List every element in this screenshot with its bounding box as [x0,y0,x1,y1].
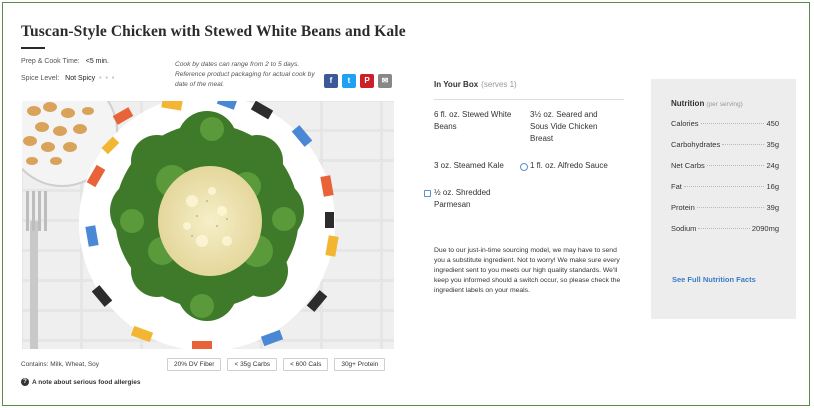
nutrient-label: Carbohydrates [671,140,721,149]
nutrient-value: 16g [766,182,779,191]
nutrition-row-net-carbs: Net Carbs 24g [671,161,779,170]
nutrition-title: Nutrition [671,99,705,108]
spice-level: Spice Level: Not Spicy • • • [21,75,115,82]
nutrition-heading: Nutrition (per serving) [671,99,743,108]
box-divider [434,99,624,100]
share-buttons: f t P ✉ [324,74,392,88]
allergy-note-label: A note about serious food allergies [32,378,141,386]
nutrition-row-protein: Protein 39g [671,203,779,212]
twitter-icon[interactable]: t [342,74,356,88]
nutrition-panel: Nutrition (per serving) Calories 450 Carbo… [651,79,796,319]
page-frame: Tuscan-Style Chicken with Stewed White B… [2,2,810,406]
ingredient-item: ½ oz. Shredded Parmesan [434,188,491,209]
diet-tag: 20% DV Fiber [167,358,222,371]
allergy-note-link[interactable]: ? A note about serious food allergies [21,378,140,386]
spice-level-dots: • • • [99,75,116,82]
nutrient-label: Protein [671,203,695,212]
nutrition-subtitle: (per serving) [706,101,743,108]
recipe-title: Tuscan-Style Chicken with Stewed White B… [21,23,406,40]
nutrition-row-sodium: Sodium 2090mg [671,224,779,233]
in-your-box-title: In Your Box [434,80,479,89]
ingredient-item: 6 fl. oz. Stewed White Beans [434,110,512,131]
email-icon[interactable]: ✉ [378,74,392,88]
ingredient-item: 1 fl. oz. Alfredo Sauce [530,161,608,170]
nutrient-label: Net Carbs [671,161,705,170]
nutrient-value: 39g [766,203,779,212]
question-icon: ? [21,378,29,386]
ingredient-item: 3 oz. Steamed Kale [434,161,504,170]
facebook-icon[interactable]: f [324,74,338,88]
prep-time: Prep & Cook Time: <5 min. [21,58,109,65]
title-underline [21,47,45,49]
nutrient-value: 35g [766,140,779,149]
serves-count: (serves 1) [481,80,517,89]
cook-by-note: Cook by dates can range from 2 to 5 days… [175,61,315,88]
diet-tags: 20% DV Fiber < 35g Carbs < 600 Cals 30g+… [167,358,386,371]
allergen-contains: Contains: Milk, Wheat, Soy [21,361,100,368]
nutrition-row-carbohydrates: Carbohydrates 35g [671,140,779,149]
ingredient-marker-icon [424,190,431,197]
diet-tag: 30g+ Protein [334,358,386,371]
sourcing-note: Due to our just-in-time sourcing model, … [434,247,621,294]
prep-time-value: <5 min. [85,58,109,65]
ingredient-item: 3½ oz. Seared and Sous Vide Chicken Brea… [530,110,598,143]
diet-tag: < 35g Carbs [227,358,278,371]
in-your-box-heading: In Your Box (serves 1) [434,80,517,89]
meal-photo [22,101,394,349]
diet-tag: < 600 Cals [283,358,329,371]
prep-time-label: Prep & Cook Time: [21,58,80,65]
full-nutrition-facts-link[interactable]: See Full Nutrition Facts [672,275,756,284]
pinterest-icon[interactable]: P [360,74,374,88]
ingredient-marker-icon [520,163,528,171]
spice-level-label: Spice Level: [21,75,60,82]
nutrient-label: Fat [671,182,682,191]
nutrition-row-fat: Fat 16g [671,182,779,191]
nutrient-label: Calories [671,119,699,128]
nutrient-value: 2090mg [751,224,779,233]
nutrient-value: 24g [766,161,779,170]
nutrition-row-calories: Calories 450 [671,119,779,128]
nutrient-value: 450 [766,119,779,128]
nutrient-label: Sodium [671,224,697,233]
spice-level-value: Not Spicy [65,75,96,82]
